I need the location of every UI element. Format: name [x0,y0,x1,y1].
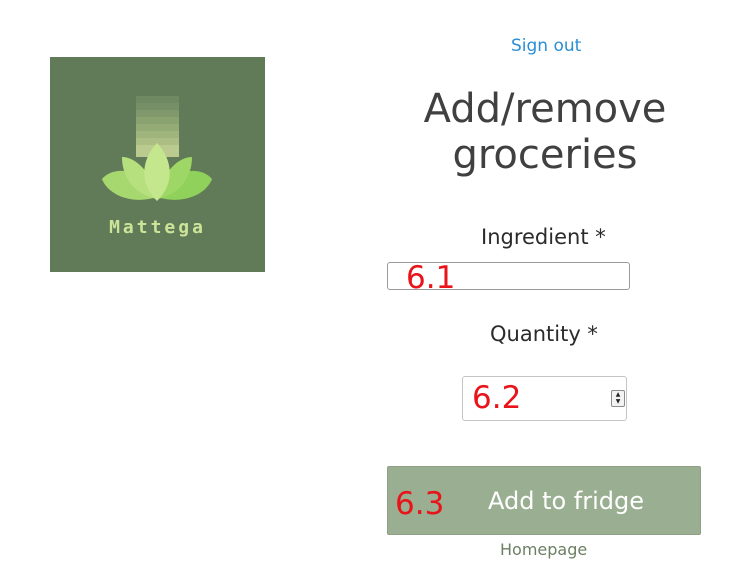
sign-out-link[interactable]: Sign out [511,36,581,56]
page-title-line2: groceries [452,132,638,178]
quantity-label: Quantity * [490,322,598,346]
annotation-marker-ingredient: 6.1 [406,260,456,296]
mattega-logo: Mattega [50,57,265,272]
lotus-icon [102,96,212,201]
annotation-marker-quantity: 6.2 [472,380,522,416]
annotation-marker-submit: 6.3 [395,486,445,522]
ingredient-label: Ingredient * [481,225,606,249]
chevron-up-icon[interactable]: ▲ [612,391,624,398]
quantity-stepper[interactable]: ▲ ▼ [611,390,625,407]
page-title: Add/remove groceries [395,86,695,178]
logo-text: Mattega [109,217,206,238]
homepage-link[interactable]: Homepage [500,540,587,559]
page-title-line1: Add/remove [423,86,667,132]
chevron-down-icon[interactable]: ▼ [612,398,624,405]
